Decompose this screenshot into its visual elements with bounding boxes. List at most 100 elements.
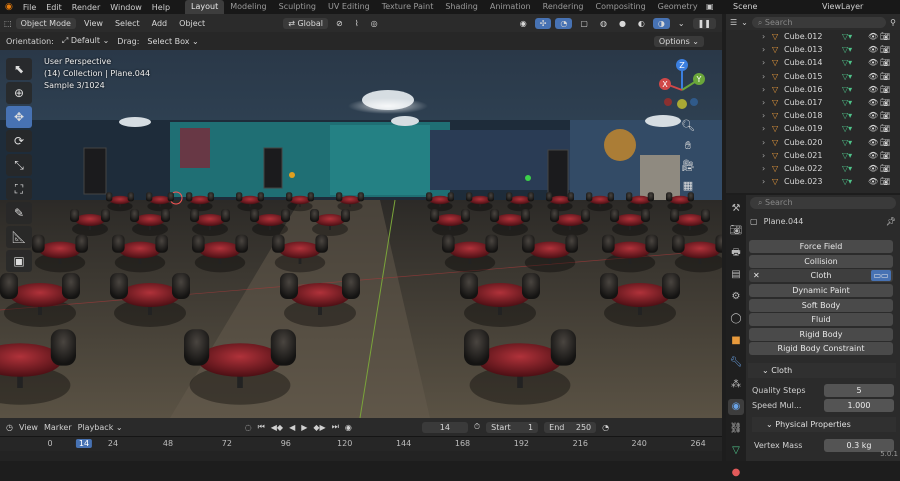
menu-file[interactable]: File [18,3,41,12]
keyframe-type-icon[interactable]: ◌ [245,423,252,432]
camera-render-icon[interactable]: 📷︎ [880,32,892,41]
proportional-edit-icon[interactable]: ◎ [367,18,382,29]
add-menu[interactable]: Add [148,18,172,29]
view-layer-tab-icon[interactable]: ▤ [728,267,744,283]
expand-arrow-icon[interactable]: › [762,58,772,67]
quality-steps-field[interactable]: 5 [824,384,894,397]
editor-type-icon[interactable]: ⬚ [4,19,12,28]
dynamic-paint-button[interactable]: Dynamic Paint [749,284,893,297]
outliner-row[interactable]: › ▽ Cube.012 ▽▾ 👁︎ 📷︎ [726,30,900,43]
3d-viewport[interactable]: User Perspective (14) Collection | Plane… [0,50,722,418]
data-tab-icon[interactable]: ▽ [728,443,744,459]
outliner-row[interactable]: › ▽ Cube.016 ▽▾ 👁︎ 📷︎ [726,83,900,96]
shading-material-icon[interactable]: ◐ [634,18,649,29]
zoom-icon[interactable]: 🔍︎ [680,118,696,134]
rigid-body-button[interactable]: Rigid Body [749,328,893,341]
shading-rendered-icon[interactable]: ◑ [652,17,670,29]
camera-render-icon[interactable]: 📷︎ [880,111,892,120]
outliner-row[interactable]: › ▽ Cube.013 ▽▾ 👁︎ 📷︎ [726,43,900,56]
tab-uv-editing[interactable]: UV Editing [322,0,376,14]
scale-tool-icon[interactable]: ⤡ [6,154,32,176]
view-menu[interactable]: View [80,18,107,29]
output-tab-icon[interactable]: 🖶︎ [728,245,744,261]
gizmo-toggle-icon[interactable]: ✣ [534,17,552,29]
remove-icon[interactable]: ✕ [753,269,760,282]
expand-arrow-icon[interactable]: › [762,45,772,54]
eye-icon[interactable]: 👁︎ [868,111,880,120]
display-mode-icon[interactable]: ⌄ [741,18,748,27]
expand-arrow-icon[interactable]: › [762,72,772,81]
expand-arrow-icon[interactable]: › [762,98,772,107]
cloth-panel-header[interactable]: ⌄ Cloth [748,363,896,378]
object-menu[interactable]: Object [175,18,209,29]
world-tab-icon[interactable]: ◯ [728,311,744,327]
eye-icon[interactable]: 👁︎ [868,164,880,173]
overlay-toggle-icon[interactable]: ◔ [555,17,573,29]
outliner-row[interactable]: › ▽ Cube.021 ▽▾ 👁︎ 📷︎ [726,149,900,162]
transform-tool-icon[interactable]: ⛶ [6,178,32,200]
camera-render-icon[interactable]: 📷︎ [880,98,892,107]
preview-range-clock-icon[interactable]: ⏱ [474,422,480,432]
expand-arrow-icon[interactable]: › [762,177,772,186]
menu-edit[interactable]: Edit [41,3,67,12]
pivot-icon[interactable]: ⊘ [332,18,347,29]
jump-start-icon[interactable]: ⏮ [258,422,265,432]
soft-body-button[interactable]: Soft Body [749,299,893,312]
camera-render-icon[interactable]: 📷︎ [880,58,892,67]
blender-logo-icon[interactable]: ◉ [0,2,18,12]
cloth-options-icon[interactable]: ▭▭ [871,270,891,281]
eye-icon[interactable]: 👁︎ [868,138,880,147]
fluid-button[interactable]: Fluid [749,313,893,326]
object-tab-icon[interactable]: ■ [728,333,744,349]
outliner-row[interactable]: › ▽ Cube.023 ▽▾ 👁︎ 📷︎ [726,175,900,188]
outliner-editor-icon[interactable]: ☰ [730,18,737,27]
shading-solid-icon[interactable]: ● [615,18,630,29]
menu-help[interactable]: Help [147,3,175,12]
navigation-gizmo[interactable]: Z Y X 🔍︎ ✋︎ 🎥︎ ▦ [658,56,718,246]
tool-tab-icon[interactable]: ⚒ [728,201,744,217]
shading-wireframe-icon[interactable]: ◍ [596,18,611,29]
rigid-body-constraint-button[interactable]: Rigid Body Constraint [749,342,893,355]
scene-name[interactable]: Scene [733,2,757,11]
snap-icon[interactable]: ⌇ [351,18,363,29]
expand-arrow-icon[interactable]: › [762,151,772,160]
tab-animation[interactable]: Animation [484,0,537,14]
eye-icon[interactable]: 👁︎ [868,58,880,67]
eye-icon[interactable]: 👁︎ [868,85,880,94]
camera-render-icon[interactable]: 📷︎ [880,177,892,186]
mode-dropdown[interactable]: Object Mode [15,17,76,29]
play-icon[interactable]: ▶ [301,423,307,432]
camera-render-icon[interactable]: 📷︎ [880,138,892,147]
menu-render[interactable]: Render [67,3,105,12]
eye-icon[interactable]: 👁︎ [868,32,880,41]
timeline-marker-menu[interactable]: Marker [44,423,72,432]
current-frame-field[interactable]: 14 [421,421,468,433]
play-reverse-icon[interactable]: ◀ [289,423,295,432]
next-key-icon[interactable]: ◆▶ [313,423,325,432]
outliner-row[interactable]: › ▽ Cube.020 ▽▾ 👁︎ 📷︎ [726,136,900,149]
cloth-button[interactable]: ✕ Cloth ▭▭ [749,269,893,282]
eye-icon[interactable]: 👁︎ [868,177,880,186]
select-tool-icon[interactable]: ⬉ [6,58,32,80]
outliner-row[interactable]: › ▽ Cube.022 ▽▾ 👁︎ 📷︎ [726,162,900,175]
timeline-ruler[interactable]: 0 14 24 48 72 96 120 144 168 192 216 240 264 [0,436,722,451]
move-tool-icon[interactable]: ✥ [6,106,32,128]
constraints-tab-icon[interactable]: ⛓ [728,421,744,437]
visibility-icon[interactable]: ◉ [516,18,531,29]
outliner-row[interactable]: › ▽ Cube.014 ▽▾ 👁︎ 📷︎ [726,56,900,69]
physics-tab-icon[interactable]: ◉ [728,399,744,415]
jump-end-icon[interactable]: ⏭ [332,422,339,432]
auto-key-icon[interactable]: ◉ [345,423,352,432]
camera-view-icon[interactable]: 🎥︎ [680,158,696,174]
tab-layout[interactable]: Layout [185,0,225,14]
gizmo-x-label[interactable]: X [662,80,668,89]
timeline-editor-icon[interactable]: ◷ [6,423,13,432]
annotate-tool-icon[interactable]: ✎ [6,202,32,224]
xray-icon[interactable]: ▢ [576,18,592,29]
pin-icon[interactable]: 📌︎ [886,217,896,226]
cursor-tool-icon[interactable]: ⊕ [6,82,32,104]
camera-render-icon[interactable]: 📷︎ [880,85,892,94]
speed-multiplier-field[interactable]: 1.000 [824,399,894,412]
options-dropdown[interactable]: Options ⌄ [653,35,704,47]
tab-rendering[interactable]: Rendering [537,0,590,14]
